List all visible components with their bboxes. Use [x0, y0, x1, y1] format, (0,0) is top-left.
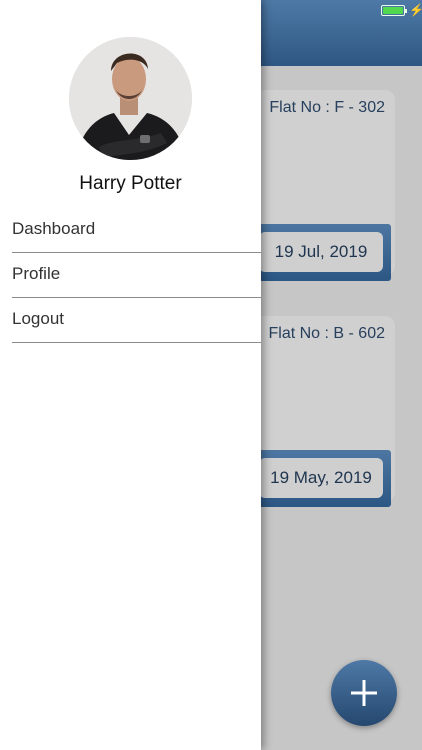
flat-date: 19 May, 2019	[259, 458, 383, 498]
user-photo	[69, 37, 192, 160]
flat-number: Flat No : F - 302	[269, 99, 385, 116]
user-avatar[interactable]	[69, 37, 192, 160]
plus-icon	[351, 680, 377, 706]
menu-item-label: Dashboard	[12, 219, 96, 238]
menu-item-profile[interactable]: Profile	[12, 254, 261, 298]
date-panel: 19 Jul, 2019	[255, 224, 391, 281]
user-name: Harry Potter	[79, 173, 182, 194]
battery-cap	[405, 9, 407, 13]
menu-item-dashboard[interactable]: Dashboard	[12, 209, 261, 253]
flat-number: Flat No : B - 602	[268, 325, 386, 342]
add-button[interactable]	[331, 660, 397, 726]
battery-level	[383, 7, 403, 14]
flat-date: 19 Jul, 2019	[259, 232, 383, 272]
charging-bolt-icon: ⚡	[409, 3, 422, 17]
menu-item-logout[interactable]: Logout	[12, 299, 261, 343]
menu-item-label: Profile	[12, 264, 61, 283]
date-panel: 19 May, 2019	[255, 450, 391, 507]
menu-item-label: Logout	[12, 309, 64, 328]
navigation-drawer: Harry Potter Dashboard Profile Logout	[0, 0, 261, 750]
battery-icon	[381, 5, 407, 16]
